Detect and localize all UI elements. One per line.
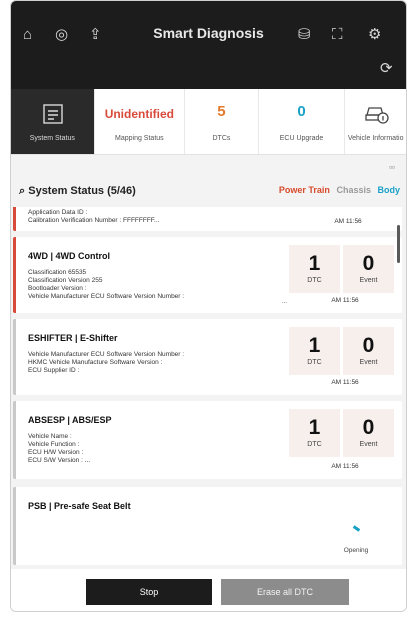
section-header: ▫▫ ≡ ⌕ System Status (5/46) Power Train … [11, 155, 406, 381]
card-details: Vehicle Manufacturer ECU Software Versio… [28, 351, 184, 375]
detail-line: Classification Version 255 [28, 277, 103, 284]
dtc-counter[interactable]: 1 DTC [289, 245, 340, 293]
event-count: 0 [362, 334, 375, 357]
card-details: Application Data ID : Calibration Verifi… [28, 209, 159, 225]
detail-line: HKMC Vehicle Manufacture Software Versio… [28, 359, 163, 366]
mapping-status-cell[interactable]: Unidentified Mapping Status [95, 89, 186, 154]
dtc-label: DTC [307, 359, 322, 366]
card-ellipsis: ... [282, 299, 288, 305]
car-sync-icon[interactable]: ⟳ [380, 61, 393, 76]
event-count: 0 [362, 252, 375, 275]
loading-spinner-icon [352, 525, 361, 532]
system-card-4wd[interactable]: 4WD | 4WD Control Classification 65535 C… [13, 237, 402, 313]
card-name: ESHIFTER | E-Shifter [28, 333, 118, 343]
dtc-label: DTC [307, 277, 322, 284]
card-name: 4WD | 4WD Control [28, 251, 111, 261]
detail-line: Vehicle Manufacturer ECU Software Versio… [28, 293, 185, 300]
detail-line: ECU H/W Version : [28, 449, 84, 456]
event-counter[interactable]: 0 Event [343, 409, 394, 457]
list-icon [43, 104, 63, 124]
section-title: ⌕ System Status (5/46) [19, 185, 136, 198]
database-icon[interactable]: ⛁ [298, 27, 311, 42]
card-name: ABSESP | ABS/ESP [28, 415, 112, 425]
vehicle-info-icon [365, 107, 389, 124]
detail-line: Bootloader Version : [28, 285, 87, 292]
tab-chassis[interactable]: Chassis [336, 185, 371, 195]
card-time: AM 11:56 [331, 463, 359, 470]
mapping-status-label: Mapping Status [115, 135, 164, 142]
event-label: Event [359, 441, 378, 448]
detail-line: Vehicle Manufacturer ECU Software Versio… [28, 351, 185, 358]
dtcs-cell[interactable]: 5 DTCs [185, 89, 259, 154]
erase-all-dtc-button[interactable]: Erase all DTC [221, 579, 349, 605]
card-name: PSB | Pre-safe Seat Belt [28, 501, 131, 511]
stop-button[interactable]: Stop [86, 579, 212, 605]
section-title-text: System Status (5/46) [28, 185, 136, 197]
system-card-eshifter[interactable]: ESHIFTER | E-Shifter Vehicle Manufacture… [13, 319, 402, 395]
detail-line: Vehicle Function : [28, 441, 80, 448]
system-card-absesp[interactable]: ABSESP | ABS/ESP Vehicle Name : Vehicle … [13, 401, 402, 479]
dtc-label: DTC [307, 441, 322, 448]
card-time: AM 11:56 [334, 218, 362, 225]
scrollbar[interactable] [397, 225, 400, 263]
screen-icon[interactable]: ⛶ [332, 27, 343, 42]
ecu-upgrade-cell[interactable]: 0 ECU Upgrade [259, 89, 346, 154]
search-icon[interactable]: ⌕ [19, 185, 25, 197]
card-time: AM 11:56 [331, 297, 359, 304]
system-list: Application Data ID : Calibration Verifi… [11, 207, 406, 569]
grid-view-icon[interactable]: ▫▫ [384, 163, 400, 175]
app-window: ⌂ ◎ ⇪ Smart Diagnosis ⛁ ⛶ ⚙ ⟳ System Sta… [10, 0, 407, 612]
dtc-counter[interactable]: 1 DTC [289, 327, 340, 375]
detail-line: Classification 65535 [28, 269, 87, 276]
dtc-counter[interactable]: 1 DTC [289, 409, 340, 457]
system-card-psb[interactable]: PSB | Pre-safe Seat Belt Opening [13, 487, 402, 565]
summary-bar: System Status Unidentified Mapping Statu… [11, 89, 406, 155]
settings-icon[interactable]: ⚙ [368, 27, 381, 42]
card-details: Classification 65535 Classification Vers… [28, 269, 184, 301]
detail-line: ECU Supplier ID : [28, 367, 80, 374]
view-toggle: ▫▫ ≡ [384, 163, 400, 381]
event-label: Event [359, 359, 378, 366]
dtcs-label: DTCs [212, 135, 231, 142]
app-title: Smart Diagnosis [153, 25, 264, 41]
event-label: Event [359, 277, 378, 284]
tab-body[interactable]: Body [378, 185, 401, 195]
system-status-label: System Status [29, 135, 75, 142]
vehicle-info-label: Vehicle Informatio [347, 135, 404, 142]
dtc-count: 1 [308, 334, 321, 357]
detail-line: ECU S/W Version : ... [28, 457, 91, 464]
detail-line: Calibration Verification Number : FFFFFF… [28, 217, 160, 224]
ecu-upgrade-label: ECU Upgrade [279, 135, 324, 142]
detail-line: Application Data ID : [28, 209, 88, 216]
dtcs-count: 5 [217, 103, 226, 120]
mapping-status-value: Unidentified [104, 107, 175, 121]
ecu-upgrade-count: 0 [297, 103, 306, 120]
event-counter[interactable]: 0 Event [343, 245, 394, 293]
card-time: AM 11:56 [331, 379, 359, 386]
bottom-bar: Stop Erase all DTC [11, 569, 406, 611]
system-filter-tabs: Power Train Chassis Body [279, 185, 400, 195]
top-bar: ⌂ ◎ ⇪ Smart Diagnosis ⛁ ⛶ ⚙ ⟳ [11, 1, 406, 89]
detail-line: Vehicle Name : [28, 433, 72, 440]
vehicle-info-cell[interactable]: Vehicle Informatio [345, 89, 406, 154]
event-count: 0 [362, 416, 375, 439]
tab-power-train[interactable]: Power Train [279, 185, 330, 195]
card-details: Vehicle Name : Vehicle Function : ECU H/… [28, 433, 90, 465]
dtc-count: 1 [308, 416, 321, 439]
dtc-count: 1 [308, 252, 321, 275]
system-card-partial[interactable]: Application Data ID : Calibration Verifi… [13, 207, 402, 231]
card-status: Opening [343, 547, 369, 554]
tab-system-status[interactable]: System Status [11, 89, 95, 154]
event-counter[interactable]: 0 Event [343, 327, 394, 375]
